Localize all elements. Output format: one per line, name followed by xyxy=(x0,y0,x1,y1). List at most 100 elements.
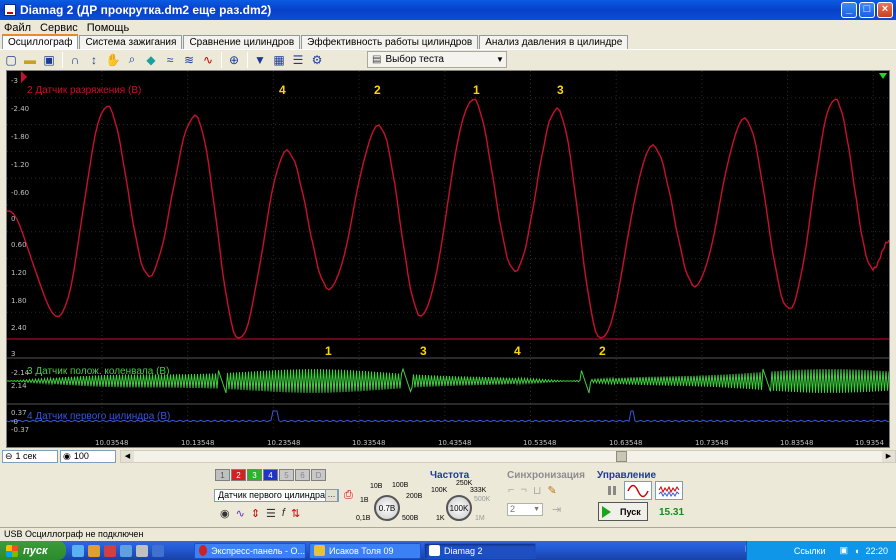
horizontal-scrollbar[interactable]: ◀ ▶ xyxy=(120,449,896,463)
network-icon[interactable]: ▣ xyxy=(840,545,849,556)
frequency-knob[interactable]: 100K xyxy=(446,495,472,521)
maximize-button[interactable]: □ xyxy=(859,2,875,18)
sync-title: Синхронизация xyxy=(507,470,585,481)
app-launch-icon[interactable] xyxy=(136,544,148,557)
play-icon xyxy=(602,505,611,518)
channel-button-1[interactable]: 1 xyxy=(215,469,230,481)
channel-buttons: 1 2 3 4 5 6 D xyxy=(215,469,326,481)
folder-icon[interactable] xyxy=(88,544,100,557)
eye-icon[interactable]: ◉ xyxy=(220,507,230,520)
menu-service[interactable]: Сервис xyxy=(40,22,78,34)
settings-icon[interactable]: ⚙ xyxy=(308,51,326,69)
channel-tools: ◉ ∿ ⇕ ☰ f ⇅ xyxy=(220,507,300,520)
tab-oscilloscope[interactable]: Осциллограф xyxy=(2,34,79,49)
cylinder-label: 3 xyxy=(420,344,427,358)
function-icon[interactable]: f xyxy=(282,507,285,520)
minimize-button[interactable]: _ xyxy=(841,2,857,18)
funnel-icon[interactable]: ▼ xyxy=(251,51,269,69)
links-label[interactable]: Ссылки xyxy=(794,546,826,556)
start-button[interactable]: пуск xyxy=(0,541,66,560)
channel-button-5[interactable]: 5 xyxy=(279,469,294,481)
cursor-measure-icon[interactable]: ↕ xyxy=(85,51,103,69)
x-tick: 10.53548 xyxy=(523,439,557,447)
voltage-knob[interactable]: 0.7В xyxy=(374,495,400,521)
spectrum-icon[interactable]: ∿ xyxy=(199,51,217,69)
ch2-marker-icon[interactable] xyxy=(21,71,27,83)
cylinder-label: 2 xyxy=(599,344,606,358)
scroll-thumb[interactable] xyxy=(616,450,627,462)
headphones-icon[interactable]: ∩ xyxy=(66,51,84,69)
tab-ignition[interactable]: Система зажигания xyxy=(79,35,183,49)
oscilloscope-display[interactable]: 2 Датчик разряжения (В) 3 Датчик полож. … xyxy=(6,70,890,448)
trigger-icon[interactable]: ⊕ xyxy=(225,51,243,69)
lines-icon[interactable]: ☰ xyxy=(266,507,276,520)
new-file-icon[interactable]: ▢ xyxy=(2,51,20,69)
title-bar: Diamag 2 (ДР прокрутка.dm2 еще раз.dm2) … xyxy=(0,0,896,20)
channel-button-d[interactable]: D xyxy=(311,469,326,481)
trigger-marker-icon[interactable] xyxy=(879,73,887,79)
save-icon[interactable]: ▣ xyxy=(40,51,58,69)
volt-label: 1В xyxy=(360,497,369,504)
taskbar: пуск Экспресс-панель - О... Исаков Толя … xyxy=(0,541,896,560)
edge-fall-icon[interactable]: ¬ xyxy=(520,484,526,497)
channel-button-2[interactable]: 2 xyxy=(231,469,246,481)
updown-icon[interactable]: ⇕ xyxy=(251,507,260,520)
task-diamag[interactable]: Diamag 2 xyxy=(424,542,536,559)
timebase-select[interactable]: ⊖ 1 сек xyxy=(2,449,58,463)
close-button[interactable]: × xyxy=(877,2,893,18)
sync-select[interactable]: 2 ▼ xyxy=(507,503,543,516)
volt-label: 500В xyxy=(402,515,419,522)
sensor-browse-button[interactable]: … xyxy=(325,489,338,502)
waves-icon[interactable]: ≋ xyxy=(180,51,198,69)
tab-cylinder-compare[interactable]: Сравнение цилиндров xyxy=(183,35,301,49)
channel-button-4[interactable]: 4 xyxy=(263,469,278,481)
channel-button-3[interactable]: 3 xyxy=(247,469,262,481)
x-tick: 10.33548 xyxy=(352,439,386,447)
task-express-panel[interactable]: Экспресс-панель - О... xyxy=(194,542,306,559)
media-icon[interactable] xyxy=(152,544,164,557)
channel-button-6[interactable]: 6 xyxy=(295,469,310,481)
run-button[interactable]: Пуск xyxy=(598,502,648,521)
sine-icon xyxy=(627,484,649,497)
wave-filter-icon[interactable]: ≈ xyxy=(161,51,179,69)
edge-both-icon[interactable]: ⊔ xyxy=(533,484,542,497)
y-tick: -2.14 xyxy=(11,369,30,377)
sync-settings-icon[interactable]: ✎ xyxy=(547,484,556,497)
scroll-right-icon[interactable]: ▶ xyxy=(882,450,895,462)
grid-icon[interactable]: ▦ xyxy=(270,51,288,69)
tab-pressure-analysis[interactable]: Анализ давления в цилиндре xyxy=(479,35,629,49)
scroll-left-icon[interactable]: ◀ xyxy=(121,450,134,462)
hand-icon[interactable]: ✋ xyxy=(104,51,122,69)
layers-icon[interactable]: ◆ xyxy=(142,51,160,69)
menu-help[interactable]: Помощь xyxy=(87,22,130,34)
task-folder[interactable]: Исаков Толя 09 xyxy=(309,542,421,559)
table-icon[interactable]: ☰ xyxy=(289,51,307,69)
browser-icon[interactable] xyxy=(72,544,84,557)
volt-label: 0,1В xyxy=(356,515,371,522)
sensor-field[interactable]: Датчик первого цилиндра xyxy=(214,489,339,502)
noise-mode-button[interactable] xyxy=(655,481,683,500)
volume-icon[interactable]: ◖ xyxy=(854,546,859,556)
open-folder-icon[interactable]: ▬ xyxy=(21,51,39,69)
target-icon: ◉ xyxy=(63,450,71,461)
status-bar: USB Осциллограф не подключен xyxy=(0,527,896,541)
edge-rise-icon[interactable]: ⌐ xyxy=(508,484,514,497)
y-tick: 0.60 xyxy=(11,241,27,249)
clock: 22:20 xyxy=(865,545,888,556)
sine-mode-button[interactable] xyxy=(624,481,652,500)
cylinder-label: 1 xyxy=(473,83,480,97)
test-select[interactable]: ▤ Выбор теста ▼ xyxy=(367,51,507,68)
sync-jump-icon[interactable]: ⇥ xyxy=(552,503,561,516)
invert-icon[interactable]: ⇅ xyxy=(291,507,300,520)
scope-plot[interactable] xyxy=(7,71,889,447)
pause-icon[interactable] xyxy=(598,481,626,500)
print-icon[interactable]: ⎙ xyxy=(344,489,353,502)
tab-cylinder-efficiency[interactable]: Эффективность работы цилиндров xyxy=(301,35,479,49)
menu-file[interactable]: Файл xyxy=(4,22,31,34)
zoom-icon[interactable]: ⌕ xyxy=(123,51,141,69)
run-counter: 15.31 xyxy=(659,507,685,518)
zoom-select[interactable]: ◉ 100 xyxy=(60,449,116,463)
wave-icon[interactable]: ∿ xyxy=(236,507,245,520)
desktop-icon[interactable] xyxy=(120,544,132,557)
opera-icon[interactable] xyxy=(104,544,116,557)
